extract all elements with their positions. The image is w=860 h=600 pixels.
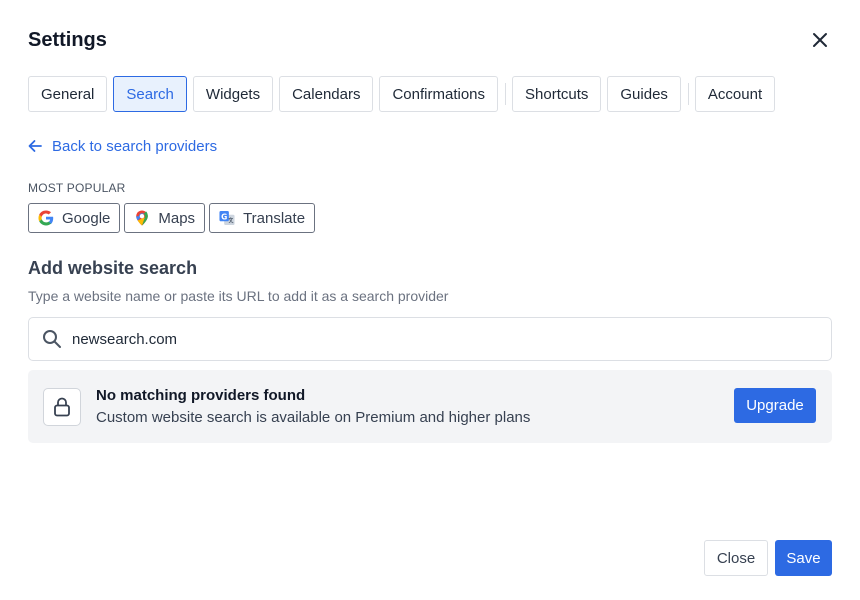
tab-calendars[interactable]: Calendars xyxy=(279,76,374,112)
back-link-label: Back to search providers xyxy=(52,137,218,155)
tab-search[interactable]: Search xyxy=(113,76,187,112)
search-icon xyxy=(43,330,61,348)
svg-text:G: G xyxy=(221,212,227,221)
dialog-title: Settings xyxy=(28,29,107,51)
upgrade-button[interactable]: Upgrade xyxy=(734,388,816,423)
tab-general[interactable]: General xyxy=(28,76,108,112)
website-search-input[interactable] xyxy=(72,330,792,348)
provider-google-button[interactable]: Google xyxy=(28,203,121,233)
tab-divider xyxy=(687,83,689,105)
maps-pin-icon xyxy=(134,210,150,226)
add-website-search-heading: Add website search xyxy=(28,258,198,278)
google-icon xyxy=(38,210,54,226)
provider-maps-button[interactable]: Maps xyxy=(124,203,206,233)
arrow-left-icon xyxy=(28,140,42,152)
translate-icon: G xyxy=(219,210,235,226)
close-dialog-button[interactable] xyxy=(808,28,832,52)
no-matching-providers-notice: No matching providers found Custom websi… xyxy=(28,370,832,443)
provider-maps-label: Maps xyxy=(158,209,196,227)
tab-widgets[interactable]: Widgets xyxy=(192,76,274,112)
website-search-field[interactable] xyxy=(28,317,832,361)
provider-translate-label: Translate xyxy=(243,209,306,227)
most-popular-label: MOST POPULAR xyxy=(28,181,126,195)
back-to-search-providers-link[interactable]: Back to search providers xyxy=(28,137,217,155)
settings-tabs: General Search Widgets Calendars Confirm… xyxy=(28,76,781,112)
tab-divider xyxy=(505,83,507,105)
tab-confirmations[interactable]: Confirmations xyxy=(379,76,499,112)
save-button[interactable]: Save xyxy=(775,540,832,576)
close-icon xyxy=(813,33,827,47)
notice-title: No matching providers found xyxy=(96,387,306,404)
tab-shortcuts[interactable]: Shortcuts xyxy=(512,76,602,112)
lock-icon-box xyxy=(43,388,81,426)
tab-guides[interactable]: Guides xyxy=(607,76,681,112)
add-website-search-description: Type a website name or paste its URL to … xyxy=(28,288,449,304)
notice-subtitle: Custom website search is available on Pr… xyxy=(96,409,531,426)
close-button[interactable]: Close xyxy=(704,540,768,576)
provider-google-label: Google xyxy=(62,209,111,227)
popular-providers: Google Maps G Translate xyxy=(28,203,319,233)
lock-icon xyxy=(54,397,70,417)
provider-translate-button[interactable]: G Translate xyxy=(209,203,316,233)
tab-account[interactable]: Account xyxy=(694,76,776,112)
